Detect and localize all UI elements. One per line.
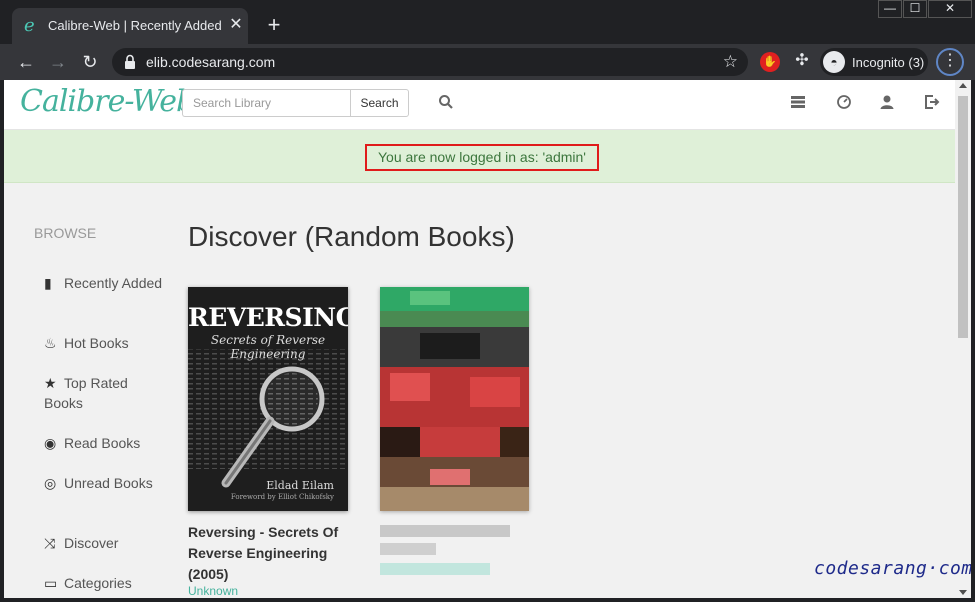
login-success-alert: You are now logged in as: 'admin': [4, 130, 955, 183]
shuffle-icon: ⤨: [44, 535, 56, 551]
search-button[interactable]: Search: [350, 89, 409, 117]
extensions-puzzle-icon[interactable]: ✣: [792, 51, 812, 71]
browser-toolbar: ← → ↻ elib.codesarang.com ☆ ✋ ✣ ◓ Incogn…: [0, 44, 975, 80]
alert-message: You are now logged in as: 'admin': [365, 144, 599, 171]
sidebar-item-label: Hot Books: [64, 335, 129, 351]
sidebar-nav: BROWSE ▮ Recently Added ♨ Hot Books ★ Top R…: [4, 183, 174, 598]
sidebar-item-discover[interactable]: ⤨ Discover: [44, 533, 164, 553]
scrollbar-thumb[interactable]: [958, 96, 968, 338]
book-author[interactable]: Unknown: [188, 584, 238, 598]
watermark-text: codesarang·com: [814, 558, 971, 579]
incognito-icon: ◓: [823, 51, 845, 73]
book-cover-pixelated[interactable]: [380, 287, 529, 511]
sidebar-item-label: Recently Added: [64, 275, 163, 291]
page-scrollbar[interactable]: [955, 80, 971, 598]
tab-strip: e Calibre-Web | Recently Added Bo ✕ + — …: [0, 0, 975, 44]
app-header: Calibre-Web Search: [4, 80, 955, 130]
sidebar-item-label: Discover: [64, 535, 119, 551]
url-text: elib.codesarang.com: [146, 54, 276, 70]
reload-icon[interactable]: ↻: [78, 50, 102, 74]
search-icon[interactable]: [436, 94, 456, 114]
scroll-up-arrow-icon[interactable]: [959, 83, 967, 88]
browser-window: e Calibre-Web | Recently Added Bo ✕ + — …: [0, 0, 975, 602]
cover-author: Eldad Eilam: [266, 479, 334, 492]
book-title-reversing[interactable]: Reversing - Secrets Of Reverse Engineeri…: [188, 522, 368, 585]
cover-foreword: Foreword by Elliot Chikofsky: [230, 493, 334, 501]
address-bar[interactable]: elib.codesarang.com ☆: [112, 48, 748, 76]
minimize-button[interactable]: —: [878, 0, 902, 18]
tab-title: Calibre-Web | Recently Added Bo: [48, 18, 226, 33]
page-title: Discover (Random Books): [188, 221, 515, 252]
bookmark-star-icon[interactable]: ☆: [723, 52, 738, 72]
blurred-book-title[interactable]: [380, 525, 510, 537]
star-icon: ★: [44, 375, 57, 391]
admin-tasks-icon[interactable]: [788, 94, 808, 114]
book-cover-reversing[interactable]: REVERSING Secrets of Reverse Engineering…: [188, 287, 348, 511]
eye-icon: ◉: [44, 435, 57, 451]
inbox-icon: ▭: [44, 575, 58, 591]
browser-menu-icon[interactable]: ⋮: [936, 48, 964, 76]
logout-icon[interactable]: [922, 94, 942, 114]
sidebar-item-label: Read Books: [64, 435, 141, 451]
lock-icon: [125, 54, 135, 69]
extension-hand-icon[interactable]: ✋: [760, 52, 780, 72]
browse-heading: BROWSE: [34, 225, 97, 241]
dashboard-gauge-icon[interactable]: [834, 94, 854, 114]
forward-arrow-icon[interactable]: →: [46, 50, 70, 74]
back-arrow-icon[interactable]: ←: [14, 50, 38, 74]
tab-close-icon[interactable]: ✕: [228, 17, 244, 33]
sidebar-item-recently-added[interactable]: ▮ Recently Added: [44, 273, 164, 293]
tab-calibre-web[interactable]: e Calibre-Web | Recently Added Bo ✕: [12, 8, 248, 44]
main-content: Discover (Random Books) REVERSING Secret: [188, 183, 948, 598]
calibre-web-logo[interactable]: Calibre-Web: [20, 84, 195, 119]
new-tab-button[interactable]: +: [262, 14, 286, 38]
pixelated-cover-image: [380, 287, 529, 511]
cover-title: REVERSING: [188, 303, 348, 332]
sidebar-item-categories[interactable]: ▭ Categories: [44, 573, 164, 593]
user-profile-icon[interactable]: [877, 94, 897, 114]
maximize-button[interactable]: ☐: [903, 0, 927, 18]
sidebar-item-label: Categories: [64, 575, 132, 591]
sidebar-item-label: Unread Books: [64, 475, 153, 491]
incognito-indicator[interactable]: ◓ Incognito (3): [820, 48, 928, 76]
sidebar-item-hot-books[interactable]: ♨ Hot Books: [44, 333, 164, 353]
book-icon: ▮: [44, 275, 52, 291]
incognito-label: Incognito (3): [852, 55, 925, 70]
blurred-book-title-line2: [380, 543, 436, 555]
scroll-down-arrow-icon[interactable]: [959, 590, 967, 595]
window-close-button[interactable]: ✕: [928, 0, 972, 18]
cover-subtitle: Secrets of Reverse Engineering: [210, 333, 326, 361]
eye-slash-icon: ◎: [44, 475, 57, 491]
calibre-web-favicon-icon: e: [24, 15, 35, 36]
page-viewport: Calibre-Web Search You are now logged in…: [4, 80, 971, 598]
search-input[interactable]: [182, 89, 350, 117]
blurred-book-author[interactable]: [380, 563, 490, 575]
sidebar-item-read-books[interactable]: ◉ Read Books: [44, 433, 164, 453]
sidebar-item-top-rated[interactable]: ★ Top Rated Books: [44, 373, 164, 413]
sidebar-item-unread-books[interactable]: ◎ Unread Books: [44, 473, 164, 493]
fire-icon: ♨: [44, 335, 57, 351]
